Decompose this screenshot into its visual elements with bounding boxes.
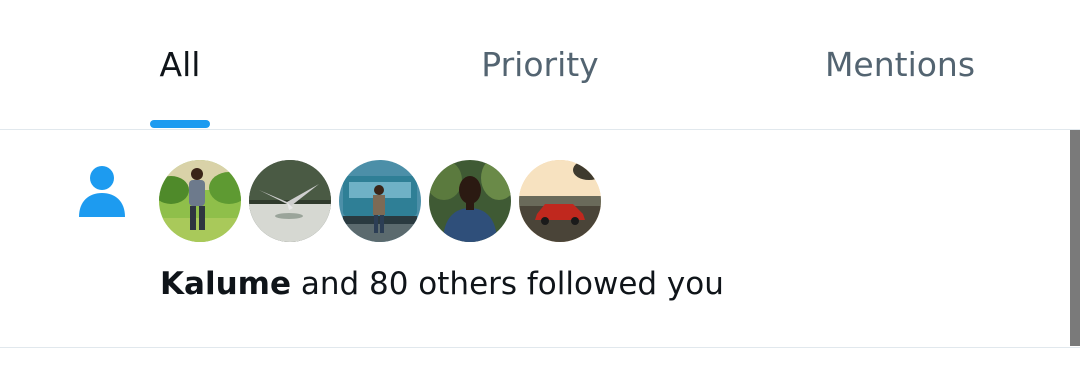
tab-priority-label: Priority bbox=[481, 45, 599, 84]
person-icon bbox=[78, 165, 126, 217]
avatar-bird-over-water[interactable] bbox=[249, 160, 331, 242]
tab-mentions[interactable]: Mentions bbox=[780, 0, 1020, 129]
active-tab-indicator bbox=[150, 120, 210, 128]
avatar-man-by-bus[interactable] bbox=[339, 160, 421, 242]
tab-priority[interactable]: Priority bbox=[420, 0, 660, 129]
avatar-man-portrait[interactable] bbox=[429, 160, 511, 242]
avatar-red-car-sunset[interactable] bbox=[519, 160, 601, 242]
tab-all-label: All bbox=[159, 45, 201, 84]
follower-name[interactable]: Kalume bbox=[160, 266, 291, 302]
tab-all[interactable]: All bbox=[60, 0, 300, 129]
follow-notification[interactable]: Kalume and 80 others followed you bbox=[0, 130, 1080, 348]
notifications-tab-bar: All Priority Mentions bbox=[0, 0, 1080, 130]
avatar-man-in-garden[interactable] bbox=[159, 160, 241, 242]
tab-mentions-label: Mentions bbox=[824, 45, 976, 84]
scrollbar[interactable] bbox=[1070, 130, 1080, 346]
notification-text: Kalume and 80 others followed you bbox=[160, 266, 724, 302]
notification-message: and 80 others followed you bbox=[290, 266, 724, 302]
